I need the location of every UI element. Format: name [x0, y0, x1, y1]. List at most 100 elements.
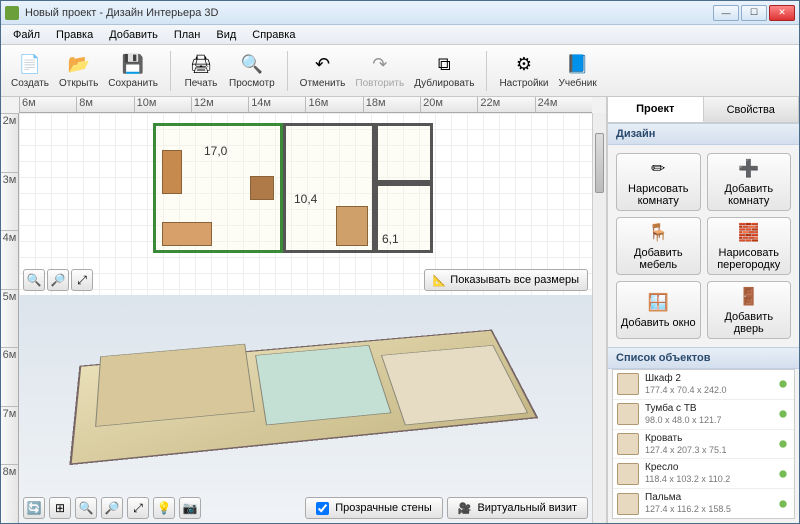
object-thumb-icon — [617, 433, 639, 455]
tab-project[interactable]: Проект — [608, 97, 704, 122]
menu-add[interactable]: Добавить — [101, 27, 166, 43]
design-label: Добавить мебель — [619, 247, 698, 271]
toolbar-Учебник[interactable]: 📘 Учебник — [555, 50, 601, 91]
zoom-in-3d-button[interactable]: 🔎 — [101, 497, 123, 519]
design-Нарисовать комнату[interactable]: ✏Нарисовать комнату — [616, 153, 701, 211]
minimize-button[interactable]: — — [713, 5, 739, 21]
design-label: Добавить дверь — [710, 311, 789, 335]
view-3d[interactable]: 🔄 ⊞ 🔍 🔎 ⤢ 💡 📷 Прозрачные стены — [19, 295, 592, 523]
bottom-toolbar-3d: 🔄 ⊞ 🔍 🔎 ⤢ 💡 📷 Прозрачные стены — [23, 497, 588, 519]
scrollbar-vertical[interactable] — [592, 113, 606, 523]
design-Добавить комнату[interactable]: ➕Добавить комнату — [707, 153, 792, 211]
menu-edit[interactable]: Правка — [48, 27, 101, 43]
object-row[interactable]: Пальма127.4 x 116.2 x 158.5 — [613, 489, 794, 519]
toolbar-label: Сохранить — [108, 78, 158, 89]
toolbar-Открыть[interactable]: 📂 Открыть — [55, 50, 102, 91]
window-title: Новый проект - Дизайн Интерьера 3D — [25, 7, 713, 19]
toolbar-label: Отменить — [300, 78, 346, 89]
design-Добавить дверь[interactable]: 🚪Добавить дверь — [707, 281, 792, 339]
Печать-icon: 🖨 — [189, 52, 213, 76]
close-button[interactable]: ✕ — [769, 5, 795, 21]
toolbar-Дублировать[interactable]: ⧉Дублировать — [410, 50, 478, 91]
toolbar-Повторить[interactable]: ↷Повторить — [351, 50, 408, 91]
toolbar-label: Печать — [185, 78, 218, 89]
design-Добавить мебель[interactable]: 🪑 Добавить мебель — [616, 217, 701, 275]
object-thumb-icon — [617, 403, 639, 425]
show-dimensions-label: Показывать все размеры — [450, 274, 579, 286]
zoom-fit-2d-button[interactable]: ⤢ — [71, 269, 93, 291]
rotate-button[interactable]: 🔄 — [23, 497, 45, 519]
menu-view[interactable]: Вид — [208, 27, 244, 43]
visibility-eye-icon[interactable] — [776, 469, 790, 479]
menu-help[interactable]: Справка — [244, 27, 303, 43]
toolbar-label: Учебник — [559, 78, 597, 89]
object-name: Кровать — [645, 433, 770, 445]
right-panel: Проект Свойства Дизайн ✏Нарисовать комна… — [607, 97, 799, 523]
Учебник-icon: 📘 — [566, 52, 590, 76]
Отменить-icon: ↶ — [311, 52, 335, 76]
virtual-visit-button[interactable]: 🎥 Виртуальный визит — [447, 497, 588, 519]
toolbar-Печать[interactable]: 🖨 Печать — [179, 50, 223, 91]
transparent-walls-toggle[interactable]: Прозрачные стены — [305, 497, 442, 519]
room-4[interactable]: 6,1 — [375, 183, 433, 253]
menu-plan[interactable]: План — [166, 27, 209, 43]
room-2[interactable]: 10,4 — [283, 123, 375, 253]
Сохранить-icon: 💾 — [121, 52, 145, 76]
toolbar-Просмотр[interactable]: 🔍Просмотр — [225, 50, 279, 91]
objects-section-header: Список объектов — [608, 347, 799, 369]
toolbar-Создать[interactable]: 📄Создать — [7, 50, 53, 91]
content-area: 6м8м10м12м14м16м18м20м22м24м 2м3м4м5м6м7… — [1, 97, 799, 523]
object-dimensions: 127.4 x 116.2 x 158.5 — [645, 504, 770, 515]
visibility-eye-icon[interactable] — [776, 499, 790, 509]
Открыть-icon: 📂 — [67, 52, 91, 76]
zoom-in-2d-button[interactable]: 🔎 — [47, 269, 69, 291]
design-icon: 🪑 — [647, 222, 669, 244]
toolbar-label: Просмотр — [229, 78, 275, 89]
design-section-header: Дизайн — [608, 123, 799, 145]
scrollbar-thumb[interactable] — [595, 133, 604, 193]
menu-file[interactable]: Файл — [5, 27, 48, 43]
object-row[interactable]: Шкаф 2177.4 x 70.4 x 242.0 — [613, 370, 794, 400]
visibility-eye-icon[interactable] — [776, 439, 790, 449]
tab-properties[interactable]: Свойства — [704, 97, 800, 122]
object-thumb-icon — [617, 373, 639, 395]
design-Нарисовать перегородку[interactable]: 🧱Нарисовать перегородку — [707, 217, 792, 275]
zoom-out-2d-button[interactable]: 🔍 — [23, 269, 45, 291]
visibility-eye-icon[interactable] — [776, 379, 790, 389]
titlebar[interactable]: Новый проект - Дизайн Интерьера 3D — ☐ ✕ — [1, 1, 799, 25]
zoom-out-3d-button[interactable]: 🔍 — [75, 497, 97, 519]
light-button[interactable]: 💡 — [153, 497, 175, 519]
object-row[interactable]: Тумба с ТВ98.0 x 48.0 x 121.7 — [613, 400, 794, 430]
transparent-walls-checkbox[interactable] — [316, 502, 329, 515]
object-thumb-icon — [617, 493, 639, 515]
furniture-wardrobe[interactable] — [162, 150, 182, 194]
object-row[interactable]: Кресло118.4 x 103.2 x 110.2 — [613, 459, 794, 489]
canvas-area: 6м8м10м12м14м16м18м20м22м24м 2м3м4м5м6м7… — [1, 97, 607, 523]
maximize-button[interactable]: ☐ — [741, 5, 767, 21]
toolbar-label: Настройки — [499, 78, 548, 89]
toolbar-Сохранить[interactable]: 💾 Сохранить — [104, 50, 162, 91]
Создать-icon: 📄 — [18, 52, 42, 76]
toolbar-Отменить[interactable]: ↶ Отменить — [296, 50, 350, 91]
furniture-table[interactable] — [250, 176, 274, 200]
plan-2d-view[interactable]: 17,0 10,4 6,1 — [19, 113, 592, 295]
furniture-bed[interactable] — [336, 206, 368, 246]
room-3[interactable] — [375, 123, 433, 183]
object-list[interactable]: Шкаф 2177.4 x 70.4 x 242.0Тумба с ТВ98.0… — [612, 369, 795, 519]
toolbar-label: Открыть — [59, 78, 98, 89]
camera-button[interactable]: 📷 — [179, 497, 201, 519]
show-dimensions-button[interactable]: 📐 Показывать все размеры — [424, 269, 588, 291]
object-name: Шкаф 2 — [645, 373, 770, 385]
visibility-eye-icon[interactable] — [776, 409, 790, 419]
toolbar-Настройки[interactable]: ⚙Настройки — [495, 50, 552, 91]
object-dimensions: 98.0 x 48.0 x 121.7 — [645, 415, 770, 426]
room-1[interactable]: 17,0 — [153, 123, 283, 253]
virtual-visit-label: Виртуальный визит — [477, 502, 577, 514]
furniture-sofa[interactable] — [162, 222, 212, 246]
zoom-fit-3d-button[interactable]: ⤢ — [127, 497, 149, 519]
nav-3d-button-1[interactable]: ⊞ — [49, 497, 71, 519]
design-icon: ✏ — [647, 158, 669, 180]
object-name: Кресло — [645, 462, 770, 474]
design-Добавить окно[interactable]: 🪟Добавить окно — [616, 281, 701, 339]
object-row[interactable]: Кровать127.4 x 207.3 x 75.1 — [613, 430, 794, 460]
